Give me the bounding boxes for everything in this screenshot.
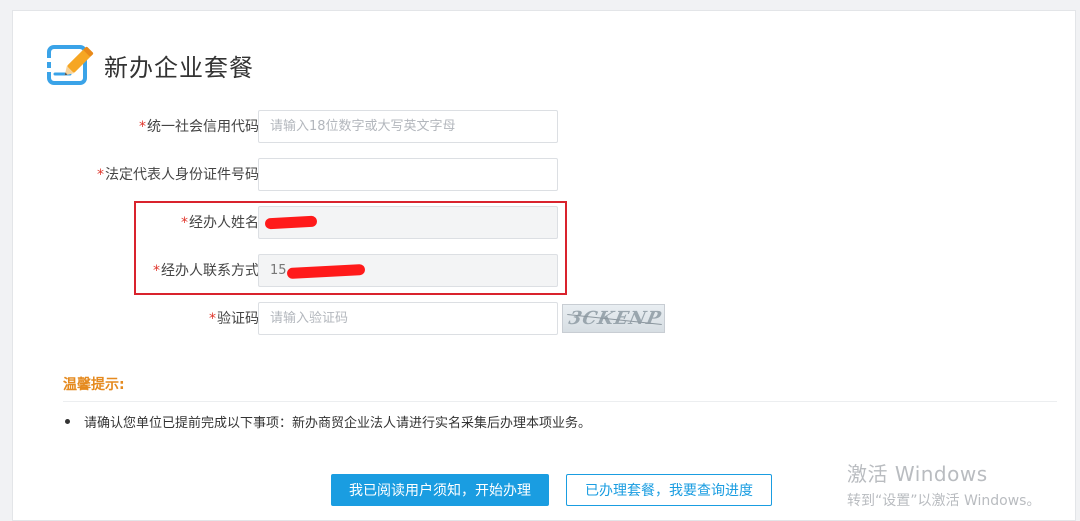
bullet-icon [65, 419, 70, 424]
tips-title: 温馨提示: [63, 377, 125, 393]
credit-code-label: *统一社会信用代码 [139, 119, 259, 135]
watermark-title: 激活 Windows [847, 462, 988, 486]
main-panel: 新办企业套餐 *统一社会信用代码 *法定代表人身份证件号码 *经办人姓名 *经办… [12, 10, 1076, 521]
start-handling-button[interactable]: 我已阅读用户须知，开始办理 [331, 474, 549, 506]
required-mark: * [139, 119, 146, 135]
legal-rep-id-label: *法定代表人身份证件号码 [97, 167, 259, 183]
captcha-input[interactable] [258, 302, 558, 335]
captcha-image[interactable]: 3CKENP [562, 304, 665, 333]
edit-form-icon [46, 45, 94, 85]
page-title: 新办企业套餐 [104, 53, 254, 82]
legal-rep-id-input[interactable] [258, 158, 558, 191]
query-progress-button[interactable]: 已办理套餐，我要查询进度 [566, 474, 772, 506]
watermark-subtitle: 转到“设置”以激活 Windows。 [847, 493, 1041, 509]
credit-code-row: *统一社会信用代码 [13, 110, 713, 144]
page-header: 新办企业套餐 [46, 42, 254, 88]
legal-rep-id-row: *法定代表人身份证件号码 [13, 158, 713, 192]
captcha-label: *验证码 [209, 311, 259, 327]
windows-activation-watermark: 激活 Windows 转到“设置”以激活 Windows。 [847, 458, 1040, 510]
divider [63, 401, 1057, 402]
required-mark: * [209, 311, 216, 327]
tips-item-text: 请确认您单位已提前完成以下事项：新办商贸企业法人请进行实名采集后办理本项业务。 [84, 416, 592, 431]
tips-item: 请确认您单位已提前完成以下事项：新办商贸企业法人请进行实名采集后办理本项业务。 [65, 412, 591, 431]
highlight-box [134, 201, 567, 295]
credit-code-input[interactable] [258, 110, 558, 143]
required-mark: * [97, 167, 104, 183]
